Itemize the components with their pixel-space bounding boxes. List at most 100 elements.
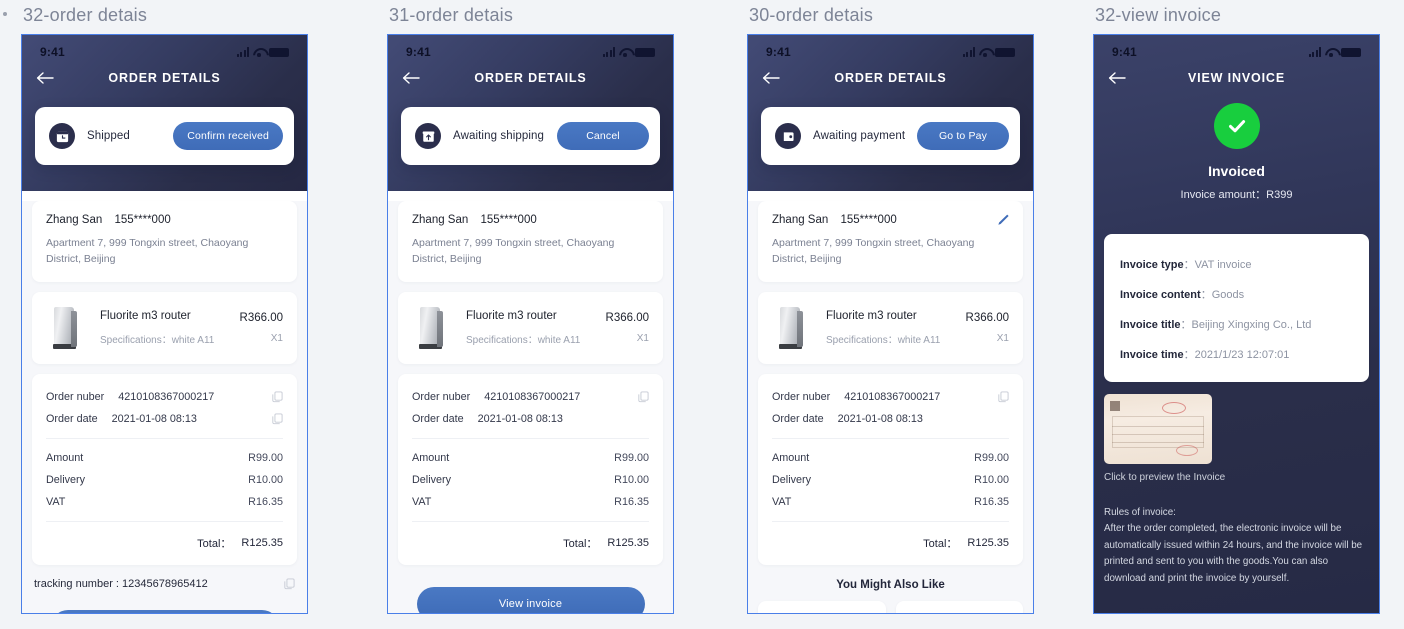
detail-value: Goods — [1211, 289, 1245, 301]
order-total-row: Total： R125.35 — [46, 530, 283, 551]
product-price: R366.00 — [239, 311, 283, 324]
summary-row-delivery: Delivery R10.00 — [772, 469, 1009, 491]
recommendation-card[interactable] — [758, 600, 886, 613]
order-number-value: 4210108367000217 — [484, 390, 581, 403]
row-value: R99.00 — [974, 451, 1009, 464]
copy-icon[interactable] — [998, 391, 1009, 403]
app-header: 9:41 ORDER DETAILS — [388, 35, 673, 191]
order-date-label: Order date — [46, 412, 98, 425]
cancel-order-button[interactable]: Cancel — [557, 122, 649, 150]
order-status-label: Shipped — [87, 130, 130, 142]
divider — [412, 437, 649, 439]
status-indicators — [962, 47, 1015, 57]
shipped-clock-icon — [49, 123, 75, 149]
product-image — [412, 305, 452, 351]
recipient-phone: 155****000 — [114, 214, 171, 226]
row-label: Amount — [46, 451, 84, 464]
phone-frame: 9:41 VIEW INVOICE Invoiced Invoice amoun… — [1093, 34, 1380, 614]
panel-caption: 31-order detais — [389, 5, 514, 25]
detail-label: Invoice content — [1120, 289, 1201, 301]
confirm-received-button[interactable]: Confirm received — [173, 122, 283, 150]
total-value: R125.35 — [241, 536, 283, 549]
invoice-details-card: Invoice type：VAT invoice Invoice content… — [1104, 234, 1369, 382]
go-to-pay-button[interactable]: Go to Pay — [917, 122, 1009, 150]
device-status-bar: 9:41 — [1094, 35, 1379, 61]
divider — [772, 437, 1009, 439]
order-date-label: Order date — [412, 412, 464, 425]
summary-row-vat: VAT R16.35 — [772, 491, 1009, 513]
product-card[interactable]: Fluorite m3 router Specifications：white … — [398, 291, 663, 364]
phone-screen: 9:41 ORDER DETAILS — [388, 35, 673, 613]
recommendation-card[interactable] — [895, 600, 1023, 613]
address-line: Apartment 7, 999 Tongxin street, Chaoyan… — [46, 237, 249, 266]
summary-row-delivery: Delivery R10.00 — [412, 469, 649, 491]
stray-marker-dot — [3, 12, 7, 16]
invoice-status: Invoiced — [1208, 163, 1265, 179]
status-indicators — [602, 47, 655, 57]
back-arrow-icon[interactable] — [762, 72, 780, 84]
order-summary-card: Order nuber 4210108367000217 Order date 20… — [758, 373, 1023, 565]
product-quantity: X1 — [270, 332, 283, 344]
status-time: 9:41 — [1112, 45, 1137, 59]
order-summary-card: Order nuber 4210108367000217 Order date 20… — [32, 373, 297, 565]
detail-value: VAT invoice — [1194, 259, 1252, 271]
invoice-rules-body: After the order completed, the electroni… — [1104, 523, 1363, 584]
view-invoice-button[interactable]: View invoice — [50, 609, 279, 613]
product-name: Fluorite m3 router — [826, 309, 917, 322]
back-arrow-icon[interactable] — [36, 72, 54, 84]
copy-icon[interactable] — [272, 391, 283, 403]
cellular-signal-icon — [1308, 47, 1321, 57]
order-total-row: Total： R125.35 — [772, 530, 1009, 551]
shipping-address-card[interactable]: Zhang San 155****000 Apartment 7, 999 To… — [398, 201, 663, 282]
summary-row-amount: Amount R99.00 — [46, 447, 283, 469]
order-date-value: 2021-01-08 08:13 — [837, 412, 923, 425]
panel-order-details-awaiting-payment: 30-order detais 9:41 ORDER DETAILS Await… — [747, 0, 1047, 629]
edit-pencil-icon[interactable] — [996, 213, 1010, 227]
shipping-address-card[interactable]: Zhang San 155****000 Apartment 7, 999 To… — [32, 201, 297, 282]
order-number-label: Order nuber — [772, 390, 831, 403]
navigation-bar: ORDER DETAILS — [388, 61, 673, 95]
order-total-row: Total： R125.35 — [412, 530, 649, 551]
recipient-name: Zhang San — [412, 214, 469, 226]
detail-value: Beijing Xingxing Co., Ltd — [1191, 319, 1312, 331]
row-value: R10.00 — [614, 473, 649, 486]
total-label: Total： — [923, 537, 958, 550]
navigation-bar: ORDER DETAILS — [748, 61, 1033, 95]
invoice-preview-thumbnail[interactable] — [1104, 394, 1212, 464]
cellular-signal-icon — [602, 47, 615, 57]
copy-icon[interactable] — [284, 578, 295, 590]
product-price: R366.00 — [965, 311, 1009, 324]
product-card[interactable]: Fluorite m3 router Specifications：white … — [32, 291, 297, 364]
order-status-label: Awaiting payment — [813, 130, 906, 142]
product-spec: Specifications：white A11 — [100, 334, 215, 346]
order-number-row: Order nuber 4210108367000217 — [46, 386, 283, 408]
copy-icon[interactable] — [272, 413, 283, 425]
product-name: Fluorite m3 router — [100, 309, 191, 322]
battery-icon — [269, 47, 289, 57]
product-quantity: X1 — [636, 332, 649, 344]
invoice-preview-caption: Click to preview the Invoice — [1104, 472, 1226, 483]
device-status-bar: 9:41 — [748, 35, 1033, 61]
back-arrow-icon[interactable] — [1108, 72, 1126, 84]
wifi-icon — [253, 47, 265, 57]
order-number-row: Order nuber 4210108367000217 — [412, 386, 649, 408]
view-invoice-button[interactable]: View invoice — [416, 586, 645, 613]
row-label: Amount — [772, 451, 810, 464]
page-title: VIEW INVOICE — [1187, 71, 1286, 85]
back-arrow-icon[interactable] — [402, 72, 420, 84]
row-value: R16.35 — [974, 495, 1009, 508]
detail-label: Invoice type — [1120, 259, 1184, 271]
order-number-value: 4210108367000217 — [118, 390, 215, 403]
total-label: Total： — [563, 537, 598, 550]
product-name: Fluorite m3 router — [466, 309, 557, 322]
invoice-time-row: Invoice time：2021/1/23 12:07:01 — [1120, 339, 1353, 369]
product-card[interactable]: Fluorite m3 router Specifications：white … — [758, 291, 1023, 364]
panel-order-details-awaiting-shipping: 31-order detais 9:41 ORDER DETAILS Await… — [387, 0, 687, 629]
shipping-address-card[interactable]: Zhang San 155****000 Apartment 7, 999 To… — [758, 201, 1023, 282]
order-date-value: 2021-01-08 08:13 — [111, 412, 197, 425]
order-date-row: Order date 2021-01-08 08:13 — [772, 408, 1009, 430]
copy-icon[interactable] — [638, 391, 649, 403]
product-spec: Specifications：white A11 — [466, 334, 581, 346]
row-value: R16.35 — [614, 495, 649, 508]
order-status-label: Awaiting shipping — [453, 130, 544, 142]
